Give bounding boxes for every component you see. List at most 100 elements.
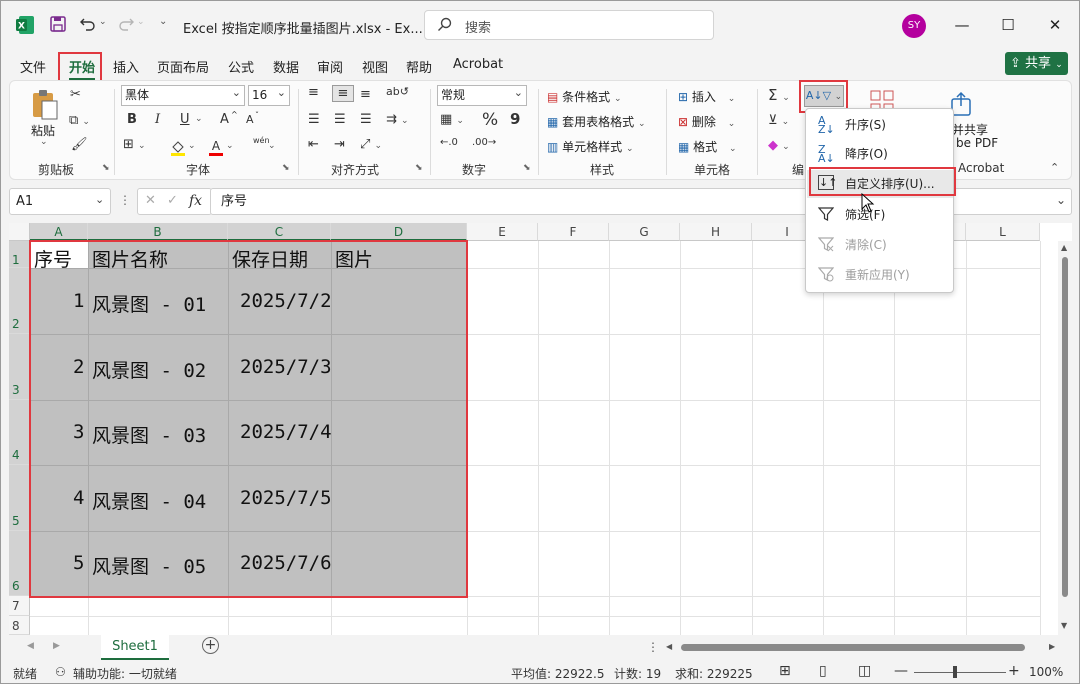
tab-formulas[interactable]: 公式 xyxy=(228,57,254,76)
expand-formula-bar-icon[interactable]: ⌄ xyxy=(1056,193,1066,207)
paste-dropdown-icon[interactable]: ⌄ xyxy=(40,137,48,147)
font-shrink-button[interactable]: A xyxy=(246,113,254,126)
copy-icon[interactable]: ⧉ ⌄ xyxy=(69,113,90,128)
format-painter-icon[interactable]: 🖌 xyxy=(71,137,88,152)
vertical-scrollbar[interactable]: ▲ ▼ xyxy=(1058,241,1072,635)
horizontal-scrollbar[interactable] xyxy=(681,644,1025,651)
scroll-left-icon[interactable]: ◀ xyxy=(666,642,672,651)
font-launcher-icon[interactable]: ⬊ xyxy=(282,163,290,173)
increase-indent-icon[interactable]: ⇥ xyxy=(334,137,345,152)
tab-acrobat[interactable]: Acrobat xyxy=(453,57,503,72)
prev-sheet-icon[interactable]: ◀ xyxy=(27,641,34,651)
name-box-dropdown-icon[interactable]: ⌄ xyxy=(95,193,104,206)
tab-insert[interactable]: 插入 xyxy=(113,57,139,76)
paste-icon[interactable] xyxy=(30,89,60,121)
decrease-decimal-icon[interactable]: .00→ xyxy=(472,137,496,148)
tab-view[interactable]: 视图 xyxy=(362,57,388,76)
zoom-slider-thumb[interactable] xyxy=(953,666,957,678)
borders-icon[interactable]: ⊞ ⌄ xyxy=(123,137,146,152)
tab-page-layout[interactable]: 页面布局 xyxy=(157,57,209,76)
zoom-slider[interactable] xyxy=(914,672,1006,673)
acrobat-pdf-label[interactable]: be PDF xyxy=(956,136,998,150)
vertical-scroll-thumb[interactable] xyxy=(1062,257,1068,597)
column-header-e[interactable]: E xyxy=(467,223,538,241)
align-middle-icon[interactable]: ≡ xyxy=(332,85,354,102)
tab-data[interactable]: 数据 xyxy=(273,57,299,76)
column-header-c[interactable]: C xyxy=(228,223,331,241)
column-header-l[interactable]: L xyxy=(966,223,1040,241)
tab-help[interactable]: 帮助 xyxy=(406,57,432,76)
customize-qat-icon[interactable]: ⌄ xyxy=(159,16,167,27)
clear-icon[interactable]: ◆ ⌄ xyxy=(768,138,790,153)
row-header-1[interactable]: 1 xyxy=(9,241,30,268)
accounting-format-icon[interactable]: ▦ ⌄ xyxy=(440,112,464,127)
formula-bar-menu-icon[interactable]: ⋮ xyxy=(119,193,131,207)
insert-function-button[interactable]: fx xyxy=(189,193,202,209)
sheet-tab-sheet1[interactable]: Sheet1 xyxy=(101,635,169,660)
underline-dropdown-icon[interactable]: ⌄ xyxy=(195,114,203,124)
tab-file[interactable]: 文件 xyxy=(20,57,46,76)
merge-center-icon[interactable]: ⤢ ⌄ xyxy=(360,137,382,152)
select-all-corner[interactable] xyxy=(9,223,30,241)
italic-button[interactable]: I xyxy=(155,112,160,127)
format-as-table-button[interactable]: ▦ 套用表格格式 ⌄ xyxy=(547,113,646,130)
zoom-out-button[interactable]: — xyxy=(894,663,908,679)
wrap-text-icon[interactable]: ⇉ ⌄ xyxy=(386,112,409,127)
column-header-g[interactable]: G xyxy=(609,223,680,241)
number-launcher-icon[interactable]: ⬊ xyxy=(523,163,531,173)
scroll-down-icon[interactable]: ▼ xyxy=(1061,621,1067,630)
undo-icon[interactable] xyxy=(79,15,97,33)
fill-icon[interactable]: ⊻ ⌄ xyxy=(768,113,789,128)
fill-color-icon[interactable] xyxy=(170,139,186,157)
font-grow-button[interactable]: A xyxy=(220,112,229,127)
page-layout-view-icon[interactable]: ▯ xyxy=(819,663,827,679)
column-header-b[interactable]: B xyxy=(88,223,228,241)
row-header-7[interactable]: 7 xyxy=(9,596,30,616)
cut-icon[interactable]: ✂ xyxy=(70,87,81,102)
row-header-3[interactable]: 3 xyxy=(9,334,30,400)
row-header-5[interactable]: 5 xyxy=(9,465,30,531)
accessibility-icon[interactable]: ⚇ xyxy=(55,665,66,679)
row-header-8[interactable]: 8 xyxy=(9,616,30,635)
row-header-6[interactable]: 6 xyxy=(9,531,30,596)
user-avatar[interactable]: SY xyxy=(902,14,926,38)
share-button[interactable]: ⇪ 共享 ⌄ xyxy=(1005,52,1068,75)
align-left-icon[interactable]: ☰ xyxy=(308,112,320,127)
next-sheet-icon[interactable]: ▶ xyxy=(53,641,60,651)
collapse-ribbon-icon[interactable]: ⌃ xyxy=(1050,161,1059,174)
page-break-view-icon[interactable]: ◫ xyxy=(858,663,871,679)
undo-dropdown-icon[interactable]: ⌄ xyxy=(99,17,107,27)
add-sheet-button[interactable]: + xyxy=(202,637,219,654)
column-header-a[interactable]: A xyxy=(30,223,88,241)
align-center-icon[interactable]: ☰ xyxy=(334,112,346,127)
cell-styles-button[interactable]: ▥ 单元格样式 ⌄ xyxy=(547,138,634,155)
zoom-in-button[interactable]: + xyxy=(1008,663,1020,679)
insert-cells-button[interactable]: ⊞ 插入 ⌄ xyxy=(678,88,735,105)
orientation-icon[interactable]: ab↺ xyxy=(386,85,409,98)
format-cells-button[interactable]: ▦ 格式 ⌄ xyxy=(678,138,737,155)
save-icon[interactable] xyxy=(49,15,67,33)
number-format-select[interactable]: 常规 xyxy=(437,83,527,106)
font-color-icon[interactable]: A xyxy=(208,138,224,157)
normal-view-icon[interactable]: ⊞ xyxy=(779,663,791,679)
percent-button[interactable]: % xyxy=(482,110,498,130)
scroll-up-icon[interactable]: ▲ xyxy=(1061,243,1067,252)
minimize-button[interactable]: — xyxy=(947,11,977,39)
sort-ascending-item[interactable]: A Z↓ 升序(S) xyxy=(807,111,953,139)
increase-decimal-icon[interactable]: ←.0 xyxy=(440,137,458,148)
row-header-4[interactable]: 4 xyxy=(9,400,30,465)
align-right-icon[interactable]: ☰ xyxy=(360,112,372,127)
fill-color-dropdown-icon[interactable]: ⌄ xyxy=(188,141,196,151)
scroll-right-icon[interactable]: ▶ xyxy=(1049,642,1055,651)
comma-style-button[interactable]: 9 xyxy=(510,110,520,128)
column-header-f[interactable]: F xyxy=(538,223,609,241)
conditional-formatting-button[interactable]: ▤ 条件格式 ⌄ xyxy=(547,88,622,105)
underline-button[interactable]: U xyxy=(180,112,190,127)
tab-split-handle-icon[interactable]: ⋮ xyxy=(647,640,659,654)
column-header-d[interactable]: D xyxy=(331,223,467,241)
autosum-icon[interactable]: Σ ⌄ xyxy=(768,86,790,104)
tab-review[interactable]: 审阅 xyxy=(317,57,343,76)
bold-button[interactable]: B xyxy=(127,112,137,127)
accessibility-status[interactable]: 辅助功能: 一切就绪 xyxy=(73,665,177,682)
clipboard-launcher-icon[interactable]: ⬊ xyxy=(102,163,110,173)
